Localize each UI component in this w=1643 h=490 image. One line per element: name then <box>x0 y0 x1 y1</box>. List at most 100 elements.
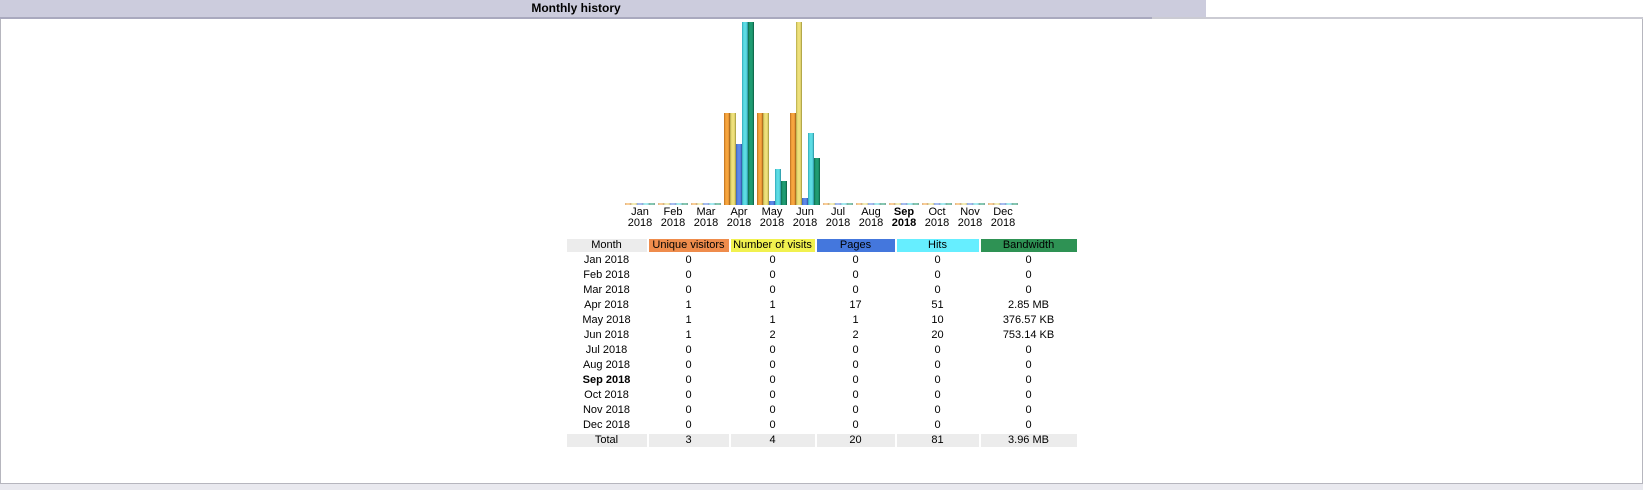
x-axis-label: Mar2018 <box>691 207 721 229</box>
chart-bar-group <box>625 203 655 205</box>
table-row: Aug 201800000 <box>567 359 1077 372</box>
table-cell: 10 <box>897 314 979 327</box>
table-cell: 20 <box>897 329 979 342</box>
table-cell: 0 <box>649 374 729 387</box>
month-cell: Feb 2018 <box>567 269 647 282</box>
table-cell: 0 <box>897 254 979 267</box>
table-cell: 0 <box>897 389 979 402</box>
content-box: Jan2018Feb2018Mar2018Apr2018May2018Jun20… <box>0 19 1643 484</box>
table-cell: 0 <box>649 389 729 402</box>
table-cell: 0 <box>981 419 1077 432</box>
table-cell: 0 <box>897 359 979 372</box>
table-cell: 0 <box>731 359 815 372</box>
table-cell: 51 <box>897 299 979 312</box>
table-cell: 0 <box>817 374 895 387</box>
table-cell: 0 <box>897 404 979 417</box>
table-cell: 0 <box>731 254 815 267</box>
table-cell: 0 <box>817 389 895 402</box>
table-cell: 753.14 KB <box>981 329 1077 342</box>
column-header-month: Month <box>567 239 647 252</box>
table-cell: 0 <box>981 359 1077 372</box>
month-cell: Sep 2018 <box>567 374 647 387</box>
bar-bandwidth-kb <box>1012 203 1018 205</box>
chart-bar-group <box>823 203 853 205</box>
total-value-cell: 3 <box>649 434 729 447</box>
table-cell: 0 <box>817 404 895 417</box>
table-row: Feb 201800000 <box>567 269 1077 282</box>
bar-bandwidth-kb <box>913 203 919 205</box>
table-row: Mar 201800000 <box>567 284 1077 297</box>
chart-bar-group <box>889 203 919 205</box>
table-cell: 0 <box>897 344 979 357</box>
x-axis-label: Jun2018 <box>790 207 820 229</box>
table-cell: 0 <box>817 419 895 432</box>
table-cell: 0 <box>817 284 895 297</box>
table-cell: 0 <box>649 419 729 432</box>
bar-bandwidth-kb <box>814 158 820 205</box>
bar-bandwidth-kb <box>946 203 952 205</box>
x-axis-label: Jan2018 <box>625 207 655 229</box>
bar-number-of-visits <box>763 113 769 205</box>
column-header-number-of-visits: Number of visits <box>731 239 815 252</box>
x-axis-label: Nov2018 <box>955 207 985 229</box>
table-cell: 0 <box>981 344 1077 357</box>
table-cell: 0 <box>649 254 729 267</box>
bar-bandwidth-kb <box>979 203 985 205</box>
chart-bar-group <box>856 203 886 205</box>
page-background-band <box>0 484 1643 490</box>
table-row: May 201811110376.57 KB <box>567 314 1077 327</box>
page-title: Monthly history <box>531 0 620 17</box>
chart-x-axis: Jan2018Feb2018Mar2018Apr2018May2018Jun20… <box>625 207 1018 229</box>
monthly-history-chart <box>625 22 1018 205</box>
column-header-pages: Pages <box>817 239 895 252</box>
total-value-cell: 81 <box>897 434 979 447</box>
table-cell: 0 <box>731 344 815 357</box>
x-axis-label: Apr2018 <box>724 207 754 229</box>
month-cell: May 2018 <box>567 314 647 327</box>
chart-bar-group <box>922 203 952 205</box>
table-cell: 1 <box>649 299 729 312</box>
x-axis-label: Sep2018 <box>889 207 919 229</box>
table-cell: 0 <box>649 284 729 297</box>
x-axis-label: Dec2018 <box>988 207 1018 229</box>
table-cell: 0 <box>981 404 1077 417</box>
month-cell: Apr 2018 <box>567 299 647 312</box>
table-total-row: Total3420813.96 MB <box>567 434 1077 447</box>
table-cell: 0 <box>817 254 895 267</box>
table-row: Jan 201800000 <box>567 254 1077 267</box>
column-header-bandwidth: Bandwidth <box>981 239 1077 252</box>
month-cell: Dec 2018 <box>567 419 647 432</box>
table-cell: 0 <box>649 359 729 372</box>
column-header-unique-visitors: Unique visitors <box>649 239 729 252</box>
table-row: Oct 201800000 <box>567 389 1077 402</box>
x-axis-label: Oct2018 <box>922 207 952 229</box>
month-cell: Jan 2018 <box>567 254 647 267</box>
table-cell: 0 <box>731 419 815 432</box>
month-cell: Jul 2018 <box>567 344 647 357</box>
table-cell: 2 <box>817 329 895 342</box>
table-row: Sep 201800000 <box>567 374 1077 387</box>
bar-bandwidth-kb <box>847 203 853 205</box>
table-cell: 0 <box>731 269 815 282</box>
column-header-hits: Hits <box>897 239 979 252</box>
table-cell: 1 <box>649 329 729 342</box>
table-row: Nov 201800000 <box>567 404 1077 417</box>
table-cell: 0 <box>981 269 1077 282</box>
table-cell: 0 <box>897 284 979 297</box>
table-row: Apr 20181117512.85 MB <box>567 299 1077 312</box>
table-cell: 0 <box>981 254 1077 267</box>
chart-bar-group <box>757 113 787 205</box>
table-cell: 0 <box>817 269 895 282</box>
table-cell: 0 <box>897 269 979 282</box>
table-cell: 0 <box>981 284 1077 297</box>
table-cell: 0 <box>981 374 1077 387</box>
month-cell: Nov 2018 <box>567 404 647 417</box>
table-cell: 1 <box>731 299 815 312</box>
chart-bar-group <box>691 203 721 205</box>
x-axis-label: Jul2018 <box>823 207 853 229</box>
table-cell: 1 <box>649 314 729 327</box>
x-axis-label: Aug2018 <box>856 207 886 229</box>
table-cell: 0 <box>649 344 729 357</box>
chart-bar-group <box>790 22 820 205</box>
table-cell: 376.57 KB <box>981 314 1077 327</box>
